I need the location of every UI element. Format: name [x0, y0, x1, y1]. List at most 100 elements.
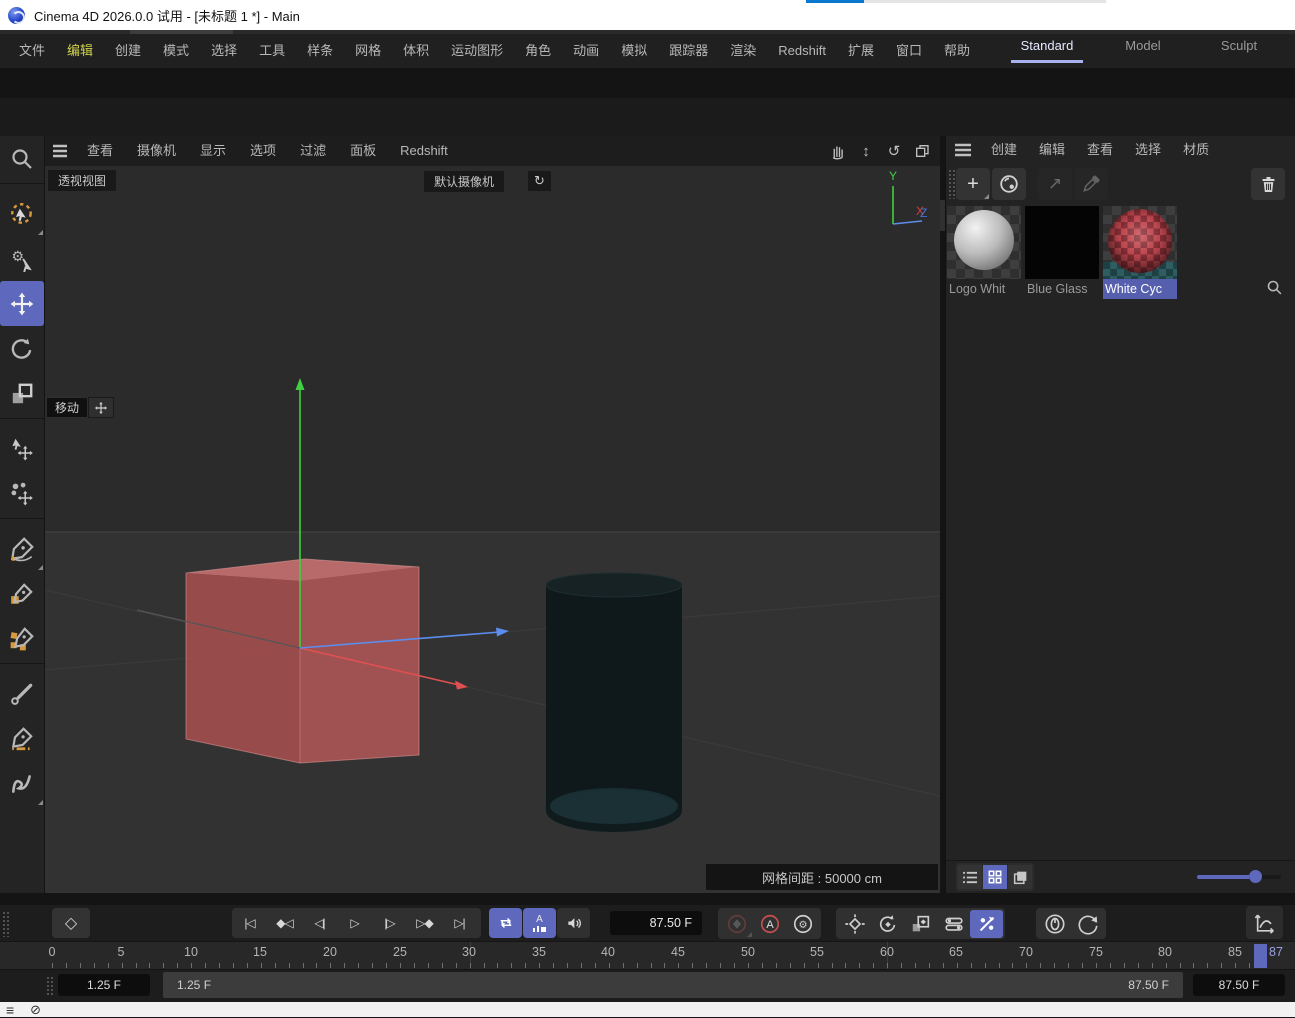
- menu-item[interactable]: 扩展: [837, 34, 885, 68]
- dolly-zoom-icon[interactable]: ↕: [854, 139, 878, 163]
- camera-label[interactable]: 默认摄像机: [424, 171, 504, 192]
- viewport-menu-item[interactable]: 显示: [188, 136, 238, 166]
- viewport-menu-item[interactable]: 过滤: [288, 136, 338, 166]
- transport-button[interactable]: ◆◁: [267, 908, 302, 938]
- viewport-menu-item[interactable]: 摄像机: [125, 136, 188, 166]
- transport-button[interactable]: ▷|: [442, 908, 477, 938]
- camera-swap-icon[interactable]: ↻: [528, 171, 551, 191]
- material-toolbar-drag-handle[interactable]: [948, 169, 956, 199]
- assign-material-arrow-icon[interactable]: ↗: [1038, 168, 1072, 200]
- autokey-record-icon[interactable]: A: [753, 910, 786, 938]
- list-view-icon[interactable]: [958, 865, 982, 889]
- material-item[interactable]: Blue Glass: [1025, 206, 1099, 299]
- keyframe-diamond-button[interactable]: ◇: [52, 908, 90, 938]
- material-thumbnail[interactable]: [1025, 206, 1099, 279]
- current-frame-field[interactable]: 87.50 F: [610, 911, 702, 935]
- material-menu-item[interactable]: 创建: [980, 136, 1028, 164]
- menu-item[interactable]: 帮助: [933, 34, 981, 68]
- material-menu-item[interactable]: 材质: [1172, 136, 1220, 164]
- sound-speaker-icon[interactable]: [557, 908, 590, 938]
- menu-item[interactable]: 动画: [562, 34, 610, 68]
- material-menu-item[interactable]: 编辑: [1028, 136, 1076, 164]
- fcurve-editor-icon[interactable]: [1246, 906, 1283, 939]
- material-name[interactable]: Logo Whit: [947, 279, 1021, 299]
- material-menu-item[interactable]: 选择: [1124, 136, 1172, 164]
- cursor-transform-icon[interactable]: [0, 426, 44, 471]
- search-commander-icon[interactable]: [0, 136, 44, 181]
- key-parameters-icon[interactable]: [937, 910, 970, 938]
- mouse-input-icon[interactable]: [1038, 910, 1071, 938]
- grid-view-icon[interactable]: [983, 865, 1007, 889]
- viewport-menu-item[interactable]: 面板: [338, 136, 388, 166]
- spline-sketch-icon[interactable]: [0, 571, 44, 616]
- key-pla-off-icon[interactable]: [970, 910, 1003, 938]
- key-scale-icon[interactable]: [904, 910, 937, 938]
- live-selection-icon[interactable]: [0, 191, 44, 236]
- menu-item[interactable]: 编辑: [56, 34, 104, 68]
- delete-material-trash-icon[interactable]: [1251, 168, 1285, 200]
- viewport-hamburger-icon[interactable]: [45, 144, 75, 158]
- status-menu-icon[interactable]: ≡: [6, 1002, 14, 1018]
- range-end-field[interactable]: 87.50 F: [1193, 974, 1285, 996]
- menu-item[interactable]: 模拟: [610, 34, 658, 68]
- spline-arc-icon[interactable]: [0, 616, 44, 661]
- range-drag-handle[interactable]: [46, 976, 54, 996]
- menu-item[interactable]: 角色: [514, 34, 562, 68]
- viewport-menu-item[interactable]: Redshift: [388, 136, 460, 166]
- scale-tool-icon[interactable]: [0, 371, 44, 416]
- material-menu-item[interactable]: 查看: [1076, 136, 1124, 164]
- viewport-menu-item[interactable]: 查看: [75, 136, 125, 166]
- brush-tool-icon[interactable]: [0, 671, 44, 716]
- menu-item[interactable]: 窗口: [885, 34, 933, 68]
- eyedropper-icon[interactable]: [1074, 168, 1108, 200]
- material-hamburger-icon[interactable]: [946, 143, 980, 157]
- menu-item[interactable]: 网格: [344, 34, 392, 68]
- rotation-sweep-icon[interactable]: [1071, 910, 1104, 938]
- layout-tab[interactable]: Standard: [999, 30, 1095, 64]
- loop-playback-icon[interactable]: [489, 908, 522, 938]
- pen-line-tool-icon[interactable]: [0, 716, 44, 761]
- menu-item[interactable]: Redshift: [767, 34, 837, 68]
- transport-button[interactable]: |▷: [372, 908, 407, 938]
- transport-button[interactable]: ▷: [337, 908, 372, 938]
- maximize-view-icon[interactable]: [910, 139, 934, 163]
- material-name-selected[interactable]: White Cyc: [1103, 279, 1177, 299]
- menu-item[interactable]: 体积: [392, 34, 440, 68]
- slider-knob[interactable]: [1249, 870, 1262, 883]
- timeline-ruler[interactable]: 0510152025303540455055606570758085 87: [0, 941, 1295, 970]
- multi-object-transform-icon[interactable]: [0, 471, 44, 516]
- view-type-label[interactable]: 透视视图: [48, 170, 116, 191]
- menu-item[interactable]: 样条: [296, 34, 344, 68]
- menu-item[interactable]: 工具: [248, 34, 296, 68]
- orbit-icon[interactable]: ↺: [882, 139, 906, 163]
- viewport-menu-item[interactable]: 选项: [238, 136, 288, 166]
- autokey-mode-icon[interactable]: A: [523, 908, 556, 938]
- range-start-field[interactable]: 1.25 F: [58, 974, 150, 996]
- material-thumbnail[interactable]: [1103, 206, 1177, 279]
- material-search-icon[interactable]: [1263, 276, 1285, 298]
- viewport-canvas[interactable]: Y X Z: [45, 166, 940, 893]
- playhead-marker[interactable]: [1254, 944, 1267, 968]
- menu-item[interactable]: 选择: [200, 34, 248, 68]
- spline-pen-icon[interactable]: [0, 526, 44, 571]
- layout-tab[interactable]: Model: [1095, 30, 1191, 64]
- sketch-freehand-icon[interactable]: [0, 761, 44, 806]
- key-position-icon[interactable]: [838, 910, 871, 938]
- transport-button[interactable]: |◁: [232, 908, 267, 938]
- material-item[interactable]: White Cyc: [1103, 206, 1177, 299]
- material-name[interactable]: Blue Glass: [1025, 279, 1099, 299]
- transport-button[interactable]: ◁|: [302, 908, 337, 938]
- menu-item[interactable]: 创建: [104, 34, 152, 68]
- timeline-drag-handle[interactable]: [2, 911, 10, 937]
- rotate-tool-icon[interactable]: [0, 326, 44, 371]
- move-tool-icon[interactable]: [0, 281, 44, 326]
- pan-hand-icon[interactable]: [826, 139, 850, 163]
- material-thumbnail[interactable]: [947, 206, 1021, 279]
- menu-item[interactable]: 文件: [8, 34, 56, 68]
- key-rotation-icon[interactable]: [871, 910, 904, 938]
- menu-item[interactable]: 渲染: [719, 34, 767, 68]
- menu-item[interactable]: 模式: [152, 34, 200, 68]
- transport-button[interactable]: ▷◆: [407, 908, 442, 938]
- record-keyframe-icon[interactable]: [720, 910, 753, 938]
- material-ball-icon[interactable]: [992, 168, 1026, 200]
